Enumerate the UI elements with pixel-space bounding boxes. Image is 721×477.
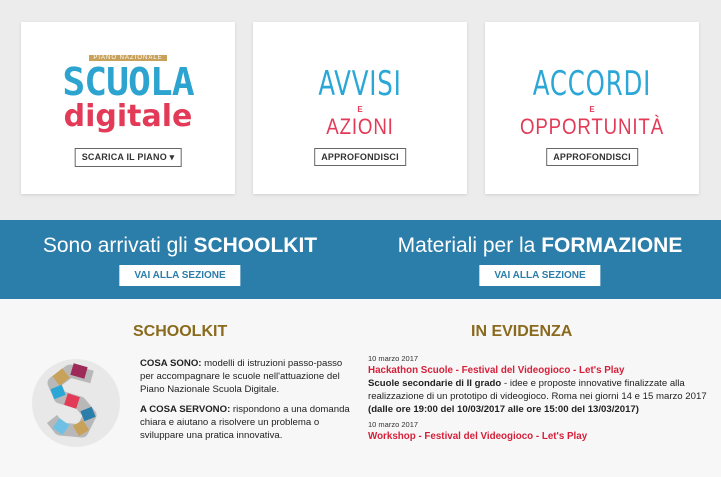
formazione-promo-title: Materiali per la FORMAZIONE <box>397 234 683 257</box>
approfondisci-accordi-button[interactable]: APPROFONDISCI <box>546 148 638 166</box>
logo-accordi: ACCORDI <box>532 64 652 104</box>
logo-azioni: AZIONI <box>326 114 394 139</box>
feature-cards: PIANO NAZIONALE SCUOLA digitale SCARICA … <box>0 0 721 220</box>
news-date: 10 marzo 2017 <box>368 354 419 363</box>
schoolkit-logo-icon <box>32 359 120 447</box>
news-date: 10 marzo 2017 <box>368 420 419 429</box>
logo-scuola: SCUOLA <box>62 60 194 104</box>
news-title-link[interactable]: Workshop - Festival del Videogioco - Let… <box>368 430 713 443</box>
card-avvisi-azioni: AVVISI E AZIONI APPROFONDISCI <box>253 22 467 194</box>
evidenza-list: 10 marzo 2017 Hackathon Scuole - Festiva… <box>368 354 713 443</box>
evidenza-heading: IN EVIDENZA <box>471 323 573 340</box>
logo-digitale: digitale <box>63 99 193 134</box>
logo-avvisi: AVVISI <box>318 64 402 104</box>
formazione-promo: Materiali per la FORMAZIONE VAI ALLA SEZ… <box>360 220 720 299</box>
news-title-link[interactable]: Hackathon Scuole - Festival del Videogio… <box>368 364 713 377</box>
vai-sezione-schoolkit-button[interactable]: VAI ALLA SEZIONE <box>119 265 241 286</box>
content-section: SCHOOLKIT IN EVIDENZA COSA SONO: modelli… <box>0 299 721 477</box>
schoolkit-heading: SCHOOLKIT <box>133 323 228 340</box>
schoolkit-promo: Sono arrivati gli SCHOOLKIT VAI ALLA SEZ… <box>0 220 360 299</box>
card-scuola-digitale: PIANO NAZIONALE SCUOLA digitale SCARICA … <box>21 22 235 194</box>
logo-e: E <box>589 105 595 114</box>
news-description: Scuole secondarie di II grado - idee e p… <box>368 378 707 415</box>
card-accordi-opportunita: ACCORDI E OPPORTUNITÀ APPROFONDISCI <box>485 22 699 194</box>
logo-opportunita: OPPORTUNITÀ <box>519 114 665 139</box>
approfondisci-avvisi-button[interactable]: APPROFONDISCI <box>314 148 406 166</box>
scarica-piano-button[interactable]: SCARICA IL PIANO ▾ <box>74 148 182 167</box>
logo-e: E <box>357 105 363 114</box>
schoolkit-description: COSA SONO: modelli di istruzioni passo-p… <box>140 358 350 441</box>
promo-band: Sono arrivati gli SCHOOLKIT VAI ALLA SEZ… <box>0 220 721 299</box>
schoolkit-promo-title: Sono arrivati gli SCHOOLKIT <box>42 234 318 257</box>
vai-sezione-formazione-button[interactable]: VAI ALLA SEZIONE <box>479 265 601 286</box>
